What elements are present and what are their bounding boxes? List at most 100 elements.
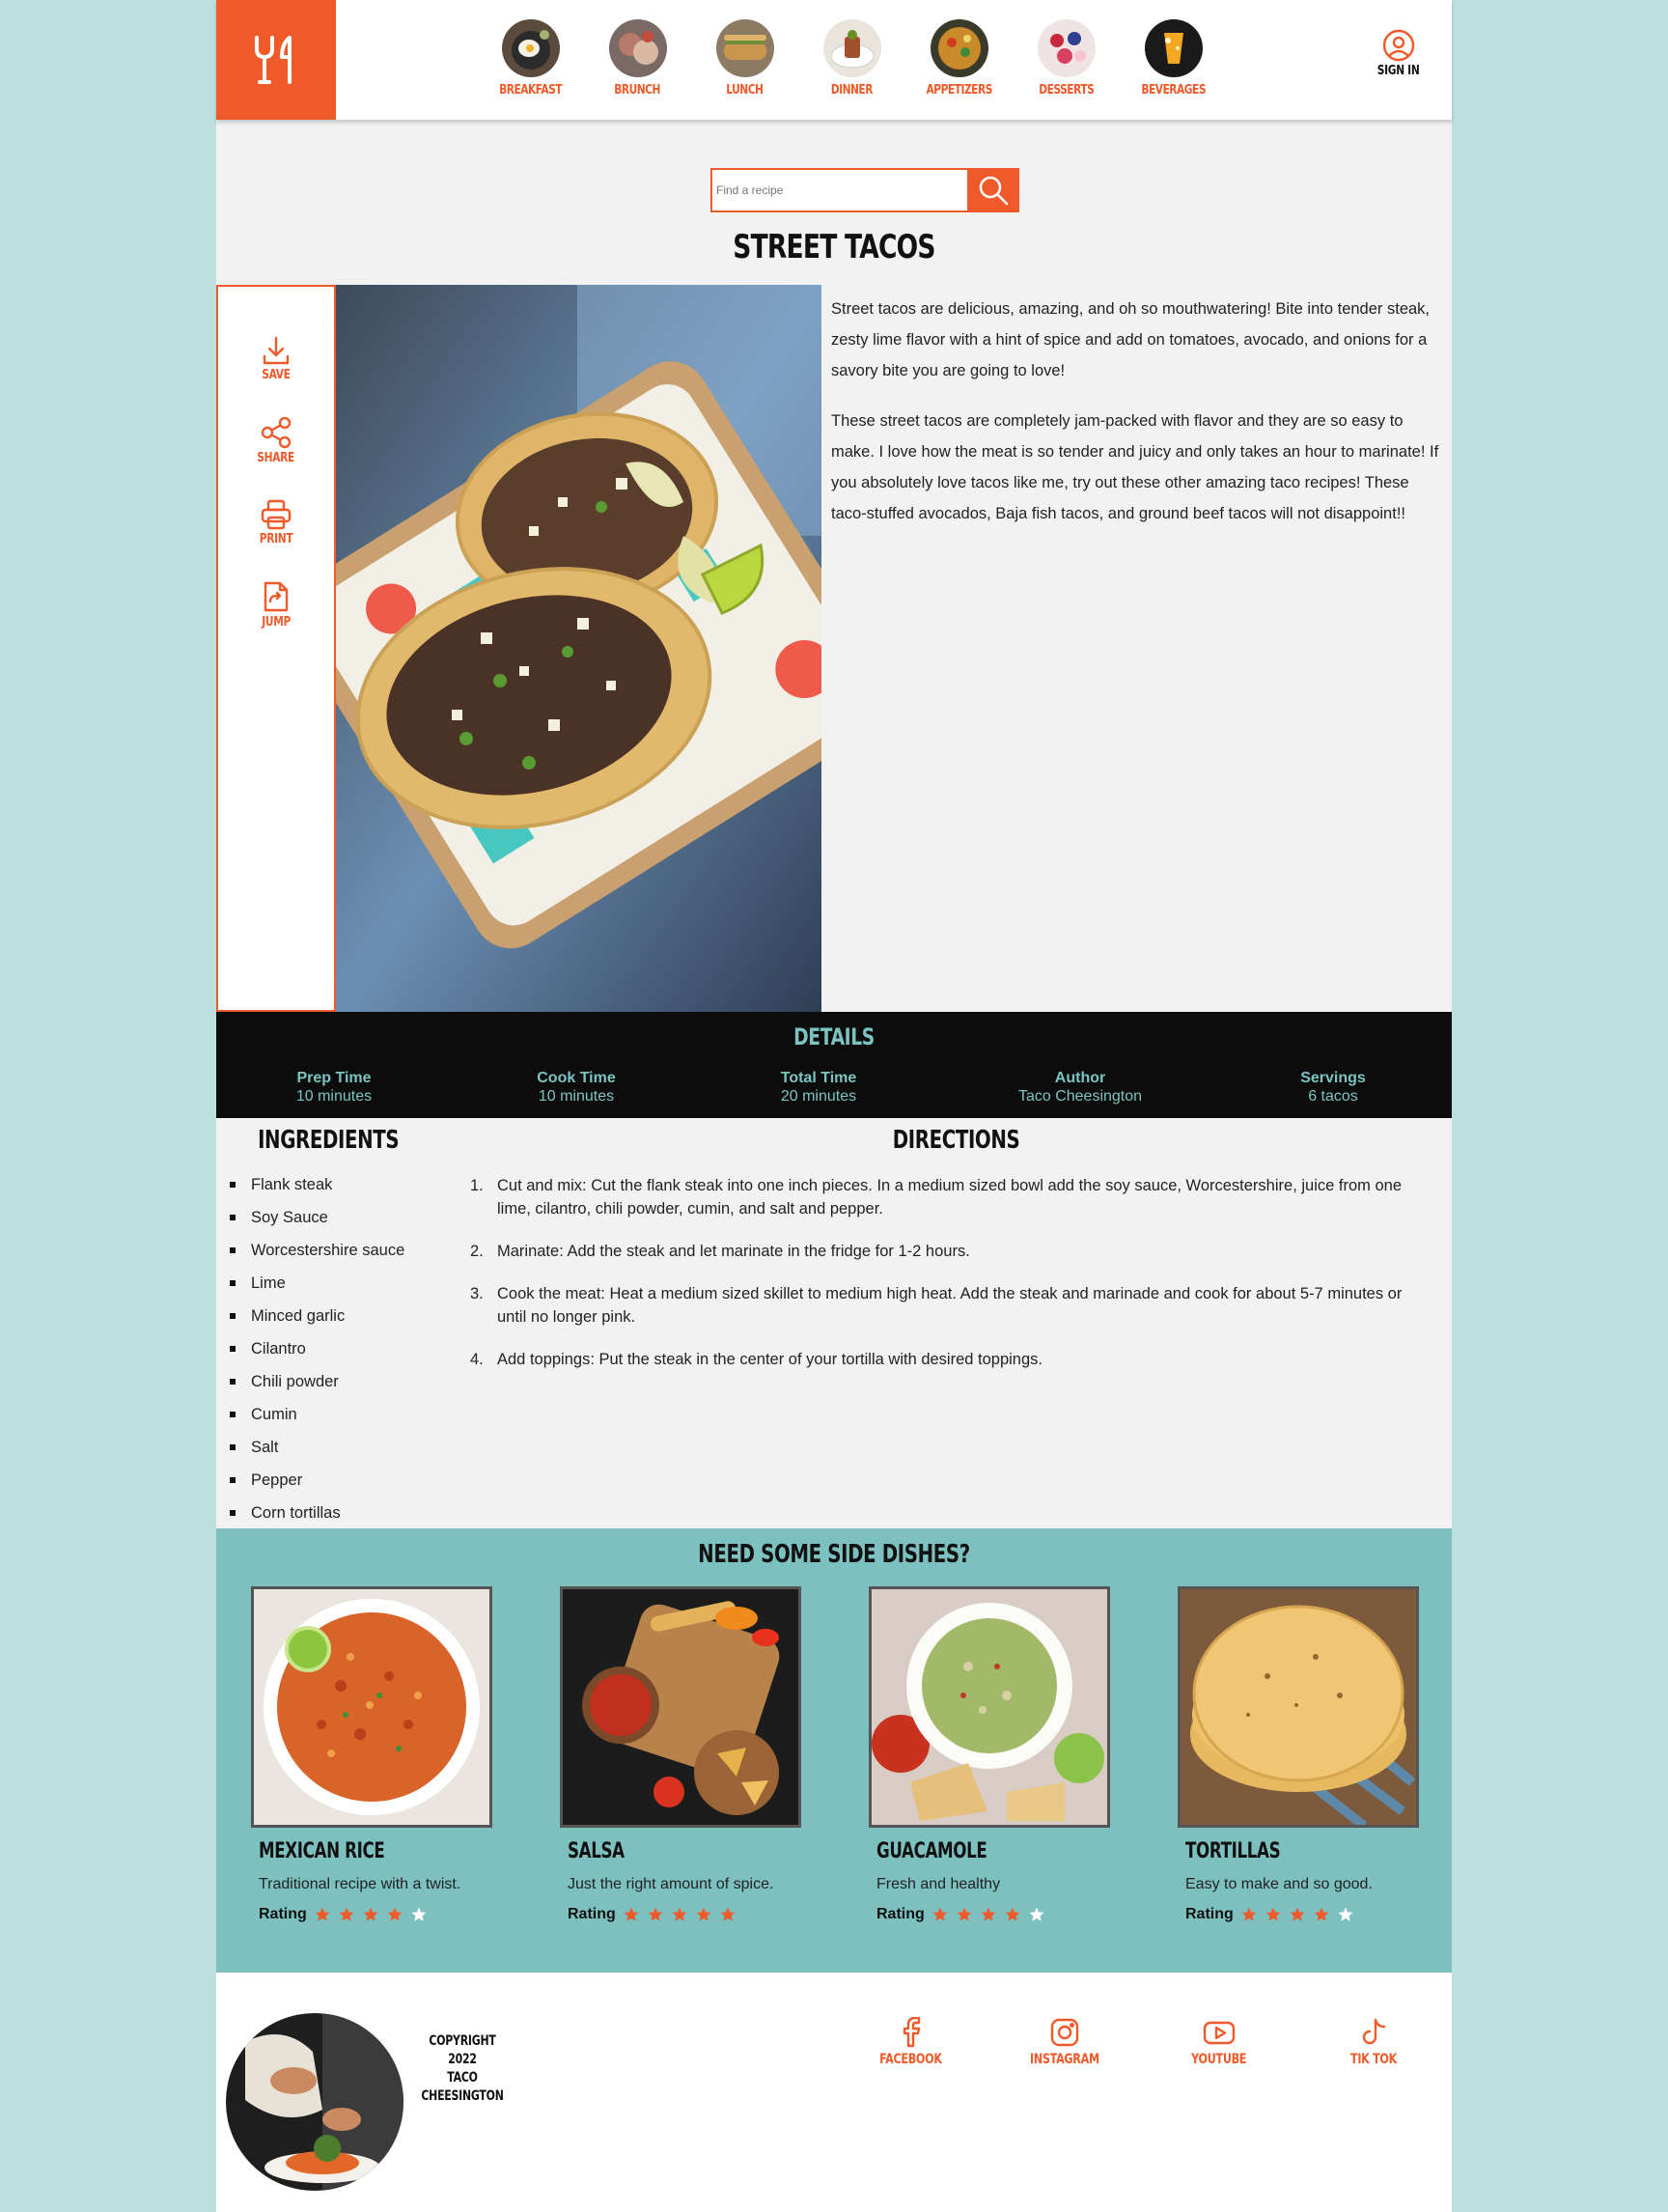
chef-photo	[226, 2013, 403, 2191]
star-icon	[411, 1907, 427, 1921]
facebook-icon	[903, 2017, 921, 2048]
side-dish-card-tortillas[interactable]: TORTILLAS Easy to make and so good. Rati…	[1178, 1586, 1419, 1923]
ingredient-item: Cumin	[230, 1398, 404, 1431]
logo[interactable]	[216, 0, 336, 120]
star-icon	[957, 1907, 972, 1921]
ingredient-item: Lime	[230, 1267, 404, 1300]
side-dish-card-mexican-rice[interactable]: MEXICAN RICE Traditional recipe with a t…	[251, 1586, 492, 1923]
step-number: 3.	[470, 1285, 484, 1302]
side-dish-rating: Rating	[568, 1906, 801, 1923]
side-dish-card-guacamole[interactable]: GUACAMOLE Fresh and healthy Rating	[869, 1586, 1110, 1923]
side-dish-description: Easy to make and so good.	[1185, 1876, 1373, 1892]
nav-item-breakfast[interactable]: BREAKFAST	[477, 19, 584, 98]
share-button[interactable]: SHARE	[218, 416, 334, 465]
nav-item-lunch[interactable]: LUNCH	[691, 19, 798, 98]
star-icon	[339, 1907, 354, 1921]
detail-value: 10 minutes	[295, 1088, 373, 1105]
nav-item-dinner[interactable]: DINNER	[798, 19, 905, 98]
nav-label: BRUNCH	[614, 83, 661, 98]
ingredient-item: Cilantro	[230, 1332, 404, 1365]
utensils-icon	[255, 36, 292, 84]
save-label: SAVE	[262, 368, 291, 382]
star-icon	[981, 1907, 996, 1921]
rating-label: Rating	[259, 1906, 307, 1922]
ingredients-heading: INGREDIENTS	[258, 1126, 400, 1155]
site-header: BREAKFAST BRUNCH LUNCH DINNER APPETIZERS…	[216, 0, 1452, 120]
beverages-thumbnail	[1144, 19, 1203, 77]
rating-label: Rating	[876, 1906, 925, 1922]
recipe-description: Street tacos are delicious, amazing, and…	[831, 294, 1445, 548]
ingredient-item: Minced garlic	[230, 1300, 404, 1332]
street-tacos-photo	[336, 285, 821, 1012]
tiktok-link[interactable]: TIK TOK	[1320, 2017, 1427, 2067]
jump-button[interactable]: JUMP	[218, 580, 334, 630]
sign-in-button[interactable]: SIGN IN	[1373, 29, 1424, 78]
side-dishes-section: NEED SOME SIDE DISHES? MEXICAN RICE Trad…	[216, 1528, 1452, 1973]
youtube-link[interactable]: YOUTUBE	[1166, 2017, 1272, 2067]
side-dish-description: Traditional recipe with a twist.	[259, 1876, 461, 1892]
direction-step: 1. Cut and mix: Cut the flank steak into …	[470, 1174, 1435, 1220]
side-dishes-title: NEED SOME SIDE DISHES?	[698, 1540, 970, 1569]
detail-prep-time: Prep Time 10 minutes	[228, 1070, 440, 1106]
printer-icon	[261, 499, 292, 530]
step-text: Cut and mix: Cut the flank steak into on…	[497, 1177, 1402, 1218]
ingredient-item: Worcestershire sauce	[230, 1234, 404, 1267]
detail-cook-time: Cook Time 10 minutes	[470, 1070, 682, 1106]
side-dish-description: Just the right amount of spice.	[568, 1876, 774, 1892]
copyright: COPYRIGHT 2022 TACO CHEESINGTON	[413, 2032, 511, 2106]
ingredient-item: Flank steak	[230, 1168, 404, 1201]
ingredient-item: Pepper	[230, 1464, 404, 1497]
facebook-link[interactable]: FACEBOOK	[857, 2017, 963, 2067]
star-icon	[932, 1907, 948, 1921]
youtube-icon	[1203, 2021, 1236, 2045]
ingredient-item: Chili powder	[230, 1365, 404, 1398]
print-button[interactable]: PRINT	[218, 499, 334, 546]
detail-label: Author	[1054, 1070, 1106, 1086]
tortillas-photo	[1178, 1586, 1419, 1828]
share-label: SHARE	[257, 451, 295, 465]
brunch-thumbnail	[608, 19, 667, 77]
side-dish-card-salsa[interactable]: SALSA Just the right amount of spice. Ra…	[560, 1586, 801, 1923]
rating-label: Rating	[568, 1906, 616, 1922]
nav-item-appetizers[interactable]: APPETIZERS	[905, 19, 1013, 98]
star-icon	[648, 1907, 663, 1921]
instagram-link[interactable]: INSTAGRAM	[1012, 2017, 1118, 2067]
search-input[interactable]	[710, 168, 967, 212]
star-icon	[363, 1907, 378, 1921]
nav-label: DESSERTS	[1038, 83, 1095, 98]
rating-label: Rating	[1185, 1906, 1234, 1922]
detail-author: Author Taco Cheesington	[974, 1070, 1186, 1106]
star-icon	[387, 1907, 403, 1921]
side-dish-rating: Rating	[876, 1906, 1110, 1923]
direction-step: 4. Add toppings: Put the steak in the cen…	[470, 1348, 1435, 1371]
copyright-year: COPYRIGHT 2022	[429, 2033, 496, 2067]
ingredients-list: Flank steak Soy Sauce Worcestershire sau…	[230, 1168, 404, 1529]
star-rating	[307, 1906, 428, 1923]
star-rating	[616, 1906, 737, 1923]
side-dish-name: GUACAMOLE	[876, 1839, 987, 1863]
side-dish-name: TORTILLAS	[1185, 1839, 1281, 1863]
download-icon	[263, 336, 290, 365]
search-bar	[710, 168, 1019, 212]
nav-item-brunch[interactable]: BRUNCH	[584, 19, 691, 98]
search-icon	[979, 176, 1009, 206]
step-text: Add toppings: Put the steak in the cente…	[497, 1351, 1042, 1368]
save-button[interactable]: SAVE	[218, 335, 334, 382]
detail-value: 6 tacos	[1308, 1088, 1358, 1105]
nav-item-beverages[interactable]: BEVERAGES	[1120, 19, 1227, 98]
copyright-owner: TACO CHEESINGTON	[421, 2070, 504, 2104]
star-icon	[1029, 1907, 1044, 1921]
nav-item-desserts[interactable]: DESSERTS	[1013, 19, 1120, 98]
instagram-icon	[1050, 2018, 1079, 2047]
details-title: DETAILS	[793, 1023, 875, 1050]
step-text: Marinate: Add the steak and let marinate…	[497, 1243, 970, 1260]
ingredient-item: Salt	[230, 1431, 404, 1464]
social-label: YOUTUBE	[1191, 2052, 1247, 2067]
star-rating	[1234, 1906, 1354, 1923]
search-button[interactable]	[967, 168, 1019, 212]
star-rating	[925, 1906, 1045, 1923]
detail-value: 20 minutes	[780, 1088, 857, 1105]
star-icon	[1005, 1907, 1020, 1921]
star-icon	[1338, 1907, 1353, 1921]
social-label: INSTAGRAM	[1030, 2052, 1099, 2067]
